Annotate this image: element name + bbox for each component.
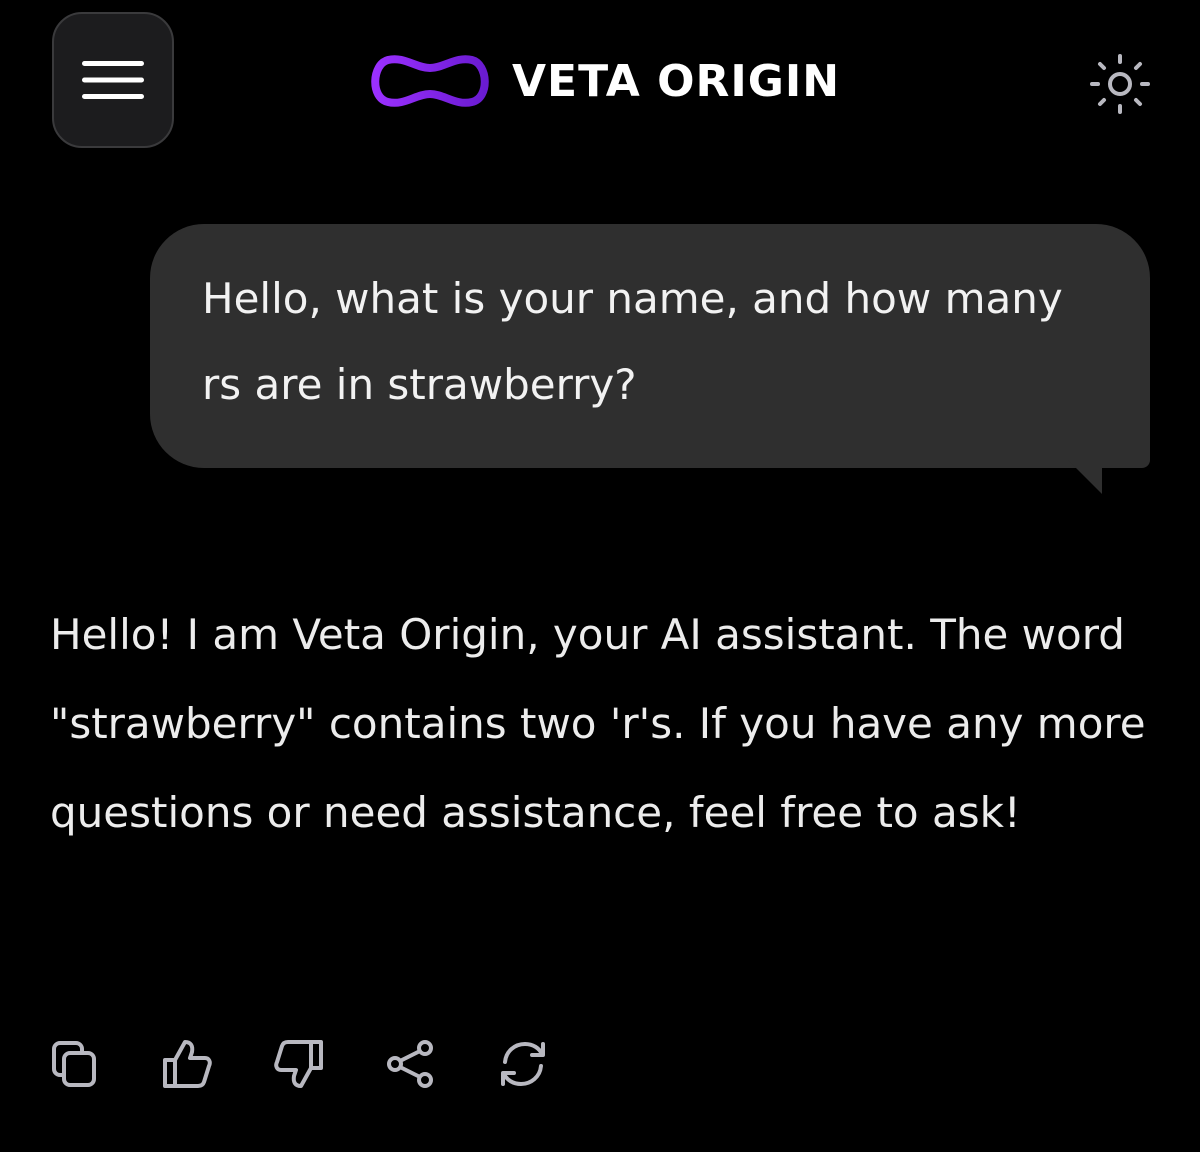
regenerate-icon — [501, 1041, 545, 1087]
thumbs-down-button[interactable] — [272, 1037, 326, 1091]
copy-icon — [52, 1041, 96, 1087]
brand[interactable]: VETA ORIGIN — [366, 46, 840, 116]
thumbs-up-icon — [163, 1040, 212, 1088]
copy-button[interactable] — [48, 1037, 102, 1091]
user-message-text: Hello, what is your name, and how many r… — [202, 274, 1063, 409]
theme-toggle-button[interactable] — [1086, 50, 1154, 118]
user-message-bubble: Hello, what is your name, and how many r… — [150, 224, 1150, 468]
regenerate-button[interactable] — [496, 1037, 550, 1091]
share-icon — [387, 1040, 433, 1088]
message-actions — [48, 1038, 550, 1090]
hamburger-menu-icon — [82, 61, 144, 99]
share-button[interactable] — [384, 1037, 438, 1091]
thumbs-up-button[interactable] — [160, 1037, 214, 1091]
thumbs-down-icon — [274, 1040, 323, 1088]
veta-origin-logo — [371, 55, 489, 107]
bubble-tail — [1068, 460, 1102, 494]
menu-button[interactable] — [52, 12, 174, 148]
assistant-message-text: Hello! I am Veta Origin, your AI assista… — [50, 610, 1146, 837]
brand-name: VETA ORIGIN — [512, 55, 841, 107]
sun-icon — [1090, 54, 1150, 114]
